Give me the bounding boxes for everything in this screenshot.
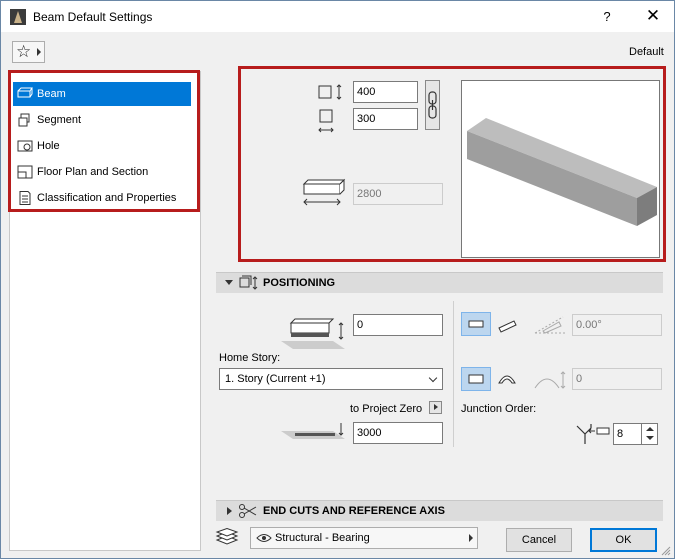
beam-height-input[interactable]: 400 [353,81,418,103]
ok-button[interactable]: OK [590,528,657,552]
highlight-frame-nav [8,70,200,212]
structural-function-select[interactable]: Structural - Bearing [250,527,478,549]
straight-beam-icon [468,374,484,384]
window-title: Beam Default Settings [33,10,153,24]
beam-3d-preview [461,80,660,258]
curve-height-input: 0 [572,368,662,390]
junction-order-stepper[interactable] [641,423,658,445]
default-label: Default [629,46,664,58]
close-button[interactable]: ✕ [641,5,665,27]
elevation-to-project-zero-icon [281,423,345,439]
resize-grip-icon[interactable] [661,546,671,556]
archicad-app-icon [10,9,26,25]
star-icon: ☆ [16,42,32,61]
junction-order-input[interactable]: 8 [613,423,642,445]
stepper-down-icon[interactable] [646,436,654,440]
horizontal-beam-icon [468,320,484,328]
beam-width-input[interactable]: 300 [353,108,418,130]
chain-link-icon [428,91,437,119]
layer-icon[interactable] [215,528,239,548]
beam-length-icon [302,178,346,206]
straight-beam-toggle[interactable] [461,367,491,391]
cancel-button[interactable]: Cancel [506,528,572,552]
curve-height-icon [534,371,566,389]
end-cuts-section-header[interactable]: END CUTS AND REFERENCE AXIS [216,500,663,521]
arrow-right-icon [469,534,473,542]
reference-level-label: to Project Zero [350,403,423,415]
positioning-section-header[interactable]: POSITIONING [216,272,663,293]
curved-beam-toggle[interactable] [493,367,523,391]
stepper-up-icon[interactable] [646,427,654,431]
arrow-right-icon [37,48,41,56]
home-story-value: 1. Story (Current +1) [225,373,326,385]
beam-width-icon [318,109,334,133]
dialog-window: Beam Default Settings ? ✕ ☆ Default Beam… [0,0,675,559]
favorites-button[interactable]: ☆ [12,41,45,63]
elevation-input[interactable]: 3000 [353,422,443,444]
expand-arrow-icon [227,507,232,515]
chevron-down-icon [428,373,438,383]
offset-from-story-icon [281,318,345,349]
scissors-icon [239,504,257,518]
offset-input[interactable]: 0 [353,314,443,336]
structural-function-value: Structural - Bearing [275,532,370,544]
slanted-beam-toggle[interactable] [493,312,523,336]
vertical-beam-toggle[interactable] [461,312,491,336]
home-story-label: Home Story: [219,352,281,364]
beam-length-input: 2800 [353,183,443,205]
positioning-icon [239,275,258,290]
eye-icon [256,534,272,542]
slant-angle-input: 0.00° [572,314,662,336]
title-bar: Beam Default Settings ? ✕ [1,1,674,32]
junction-order-label: Junction Order: [461,403,537,415]
link-dimensions-toggle[interactable] [425,80,440,130]
beam-3d-model [467,118,657,226]
beam-height-icon [318,84,342,100]
section-title: POSITIONING [263,277,336,289]
slanted-beam-icon [498,320,517,333]
slant-angle-icon [534,316,567,334]
junction-order-icon [576,424,610,444]
curved-beam-icon [498,375,516,384]
help-button[interactable]: ? [597,7,617,27]
reference-level-menu-button[interactable] [429,401,442,414]
home-story-select[interactable]: 1. Story (Current +1) [219,368,443,390]
section-divider [453,301,454,447]
section-title: END CUTS AND REFERENCE AXIS [263,505,445,517]
collapse-arrow-icon [225,280,233,285]
